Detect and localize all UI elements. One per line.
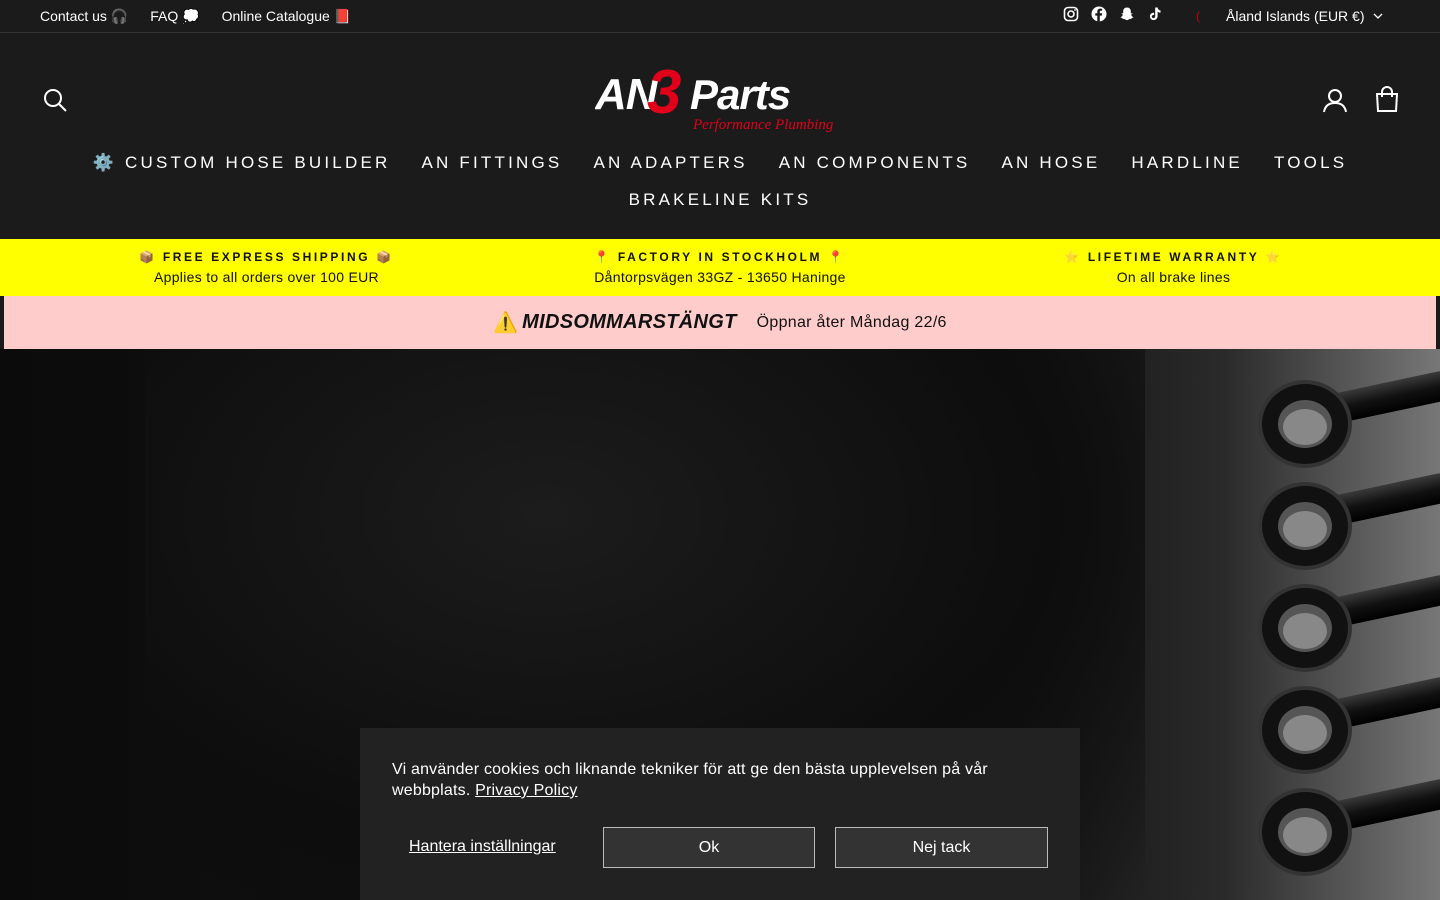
cookie-banner: Vi använder cookies och liknande teknike… [360, 728, 1080, 900]
nav-custom-hose-builder[interactable]: ⚙️ CUSTOM HOSE BUILDER [93, 151, 391, 175]
promo-title: 📦 FREE EXPRESS SHIPPING 📦 [139, 250, 394, 264]
instagram-icon[interactable] [1063, 6, 1079, 22]
nav-an-adapters[interactable]: AN ADAPTERS [593, 151, 747, 175]
site-header: AN 3 Parts Performance Plumbing ⚙️ CUSTO… [0, 33, 1440, 239]
facebook-icon[interactable] [1091, 6, 1107, 22]
promo-subtitle: Dåntorpsvägen 33GZ - 13650 Haninge [594, 269, 846, 285]
nav-brakeline-kits[interactable]: BRAKELINE KITS [629, 188, 812, 212]
site-logo[interactable]: AN 3 Parts Performance Plumbing [595, 61, 845, 135]
currency-label: Åland Islands (EUR €) [1226, 8, 1365, 24]
tiktok-icon[interactable] [1147, 6, 1163, 22]
contact-link[interactable]: Contact us 🎧 [40, 8, 128, 25]
promo-factory: 📍 FACTORY IN STOCKHOLM 📍 Dåntorpsvägen 3… [533, 239, 907, 296]
promo-warranty: ⭐ LIFETIME WARRANTY ⭐ On all brake lines [907, 239, 1440, 296]
promo-title: ⭐ LIFETIME WARRANTY ⭐ [1064, 250, 1283, 264]
accept-cookies-button[interactable]: Ok [603, 827, 815, 868]
promo-bar: 📦 FREE EXPRESS SHIPPING 📦 Applies to all… [0, 239, 1440, 296]
utility-bar: Contact us 🎧 FAQ 💭 Online Catalogue 📕 ( … [0, 0, 1440, 33]
decline-cookies-button[interactable]: Nej tack [835, 827, 1048, 868]
flag-icon: ( [1196, 9, 1200, 23]
svg-text:Performance Plumbing: Performance Plumbing [692, 117, 834, 133]
announcement-text: Öppnar åter Måndag 22/6 [756, 313, 947, 331]
promo-subtitle: Applies to all orders over 100 EUR [154, 269, 379, 285]
social-links [1063, 6, 1163, 22]
promo-shipping: 📦 FREE EXPRESS SHIPPING 📦 Applies to all… [0, 239, 533, 296]
cart-icon[interactable] [1374, 85, 1400, 113]
nav-an-fittings[interactable]: AN FITTINGS [421, 151, 562, 175]
announcement-bar: ⚠️ MIDSOMMARSTÄNGT Öppnar åter Måndag 22… [4, 296, 1436, 349]
banjo-fittings-image [1258, 371, 1440, 876]
faq-link[interactable]: FAQ 💭 [150, 8, 199, 25]
utility-links: Contact us 🎧 FAQ 💭 Online Catalogue 📕 [40, 0, 351, 32]
account-icon[interactable] [1322, 87, 1348, 113]
nav-row-1: ⚙️ CUSTOM HOSE BUILDER AN FITTINGS AN AD… [0, 151, 1440, 175]
currency-selector[interactable]: ( Åland Islands (EUR €) [1196, 0, 1383, 32]
svg-text:3: 3 [647, 61, 681, 127]
nav-an-components[interactable]: AN COMPONENTS [779, 151, 971, 175]
privacy-policy-link[interactable]: Privacy Policy [475, 782, 577, 799]
promo-subtitle: On all brake lines [1116, 269, 1231, 285]
nav-tools[interactable]: TOOLS [1274, 151, 1347, 175]
announcement-title: MIDSOMMARSTÄNGT [522, 311, 737, 333]
snapchat-icon[interactable] [1119, 6, 1135, 22]
nav-hardline[interactable]: HARDLINE [1131, 151, 1243, 175]
nav-row-2: BRAKELINE KITS [0, 188, 1440, 212]
catalogue-link[interactable]: Online Catalogue 📕 [222, 8, 352, 25]
manage-settings-link[interactable]: Hantera inställningar [409, 838, 556, 856]
search-icon[interactable] [42, 87, 68, 113]
svg-text:Parts: Parts [690, 71, 790, 118]
nav-an-hose[interactable]: AN HOSE [1001, 151, 1100, 175]
warning-icon: ⚠️ [493, 312, 519, 334]
promo-title: 📍 FACTORY IN STOCKHOLM 📍 [594, 250, 846, 264]
cookie-message: Vi använder cookies och liknande teknike… [392, 759, 1032, 801]
main-nav: ⚙️ CUSTOM HOSE BUILDER AN FITTINGS AN AD… [0, 151, 1440, 212]
chevron-down-icon [1373, 13, 1382, 19]
